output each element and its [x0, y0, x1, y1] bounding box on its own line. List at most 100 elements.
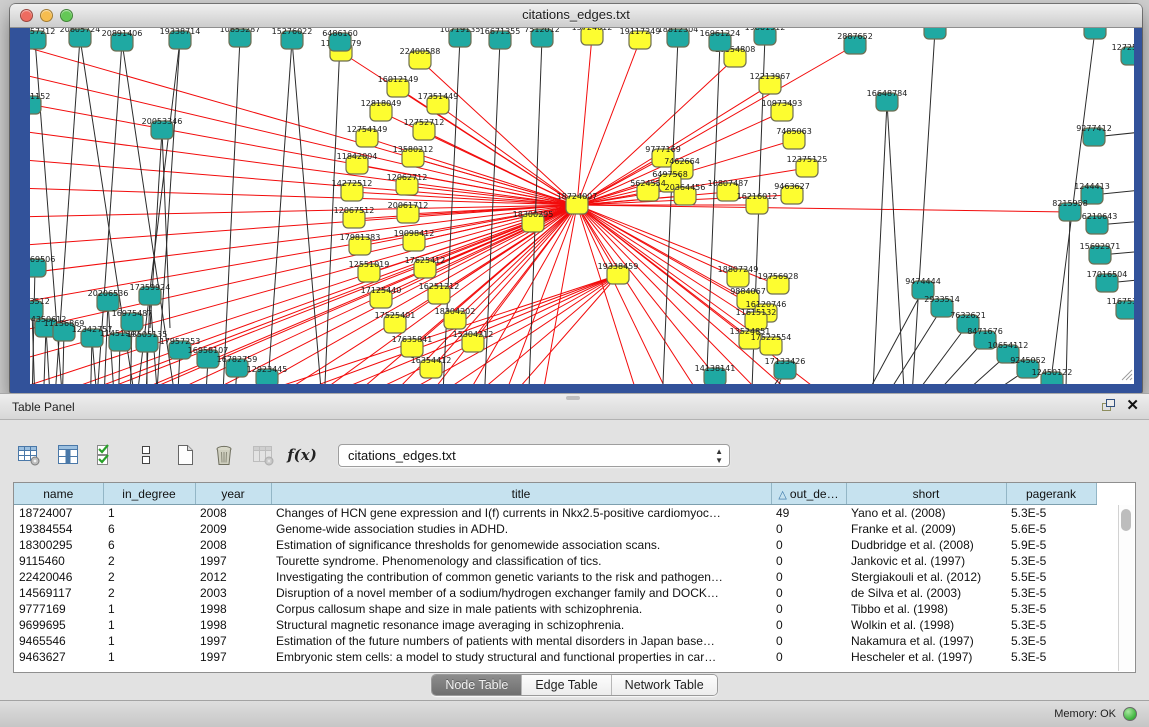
graph-node-label: 20061712	[388, 201, 429, 210]
graph-node[interactable]: 18807249	[718, 265, 759, 287]
graph-node[interactable]: 12067512	[334, 206, 375, 228]
function-builder-button[interactable]: f(x)	[289, 442, 315, 468]
graph-node[interactable]: 12375125	[787, 155, 828, 177]
graph-node[interactable]: 16210643	[1077, 212, 1118, 234]
graph-node[interactable]: 19861912	[745, 28, 786, 45]
graph-node[interactable]: 14138141	[695, 364, 736, 384]
graph-node[interactable]: 15724012	[572, 28, 613, 45]
resize-grip-icon[interactable]	[1122, 370, 1132, 380]
table-row[interactable]: 946362711997Embryonic stem cells: a mode…	[14, 649, 1096, 665]
table-cell: 5.3E-5	[1006, 633, 1096, 649]
column-header-name[interactable]: name	[14, 483, 103, 505]
column-header-title[interactable]: title	[271, 483, 771, 505]
show-column-button[interactable]	[55, 442, 81, 468]
tab-network-table[interactable]: Network Table	[612, 675, 717, 695]
graph-node[interactable]: 12754149	[347, 125, 388, 147]
graph-node[interactable]: 16251212	[419, 282, 460, 304]
graph-node[interactable]: 12923445	[247, 365, 288, 384]
graph-node[interactable]: 20557212	[30, 28, 55, 49]
graph-node[interactable]: 16648784	[867, 89, 908, 111]
table-cell: 2	[103, 585, 195, 601]
graph-node[interactable]: 19117249	[620, 28, 661, 49]
table-cell: de Silva et al. (2003)	[846, 585, 1006, 601]
graph-node[interactable]: 13580212	[393, 145, 434, 167]
graph-node-label: 16958107	[188, 346, 229, 355]
graph-node-label: 19756928	[758, 272, 799, 281]
graph-node[interactable]: 11675312	[1107, 297, 1134, 319]
graph-node[interactable]: 17016504	[1087, 270, 1128, 292]
graph-node[interactable]: 19098412	[394, 229, 435, 251]
graph-node[interactable]: 17981383	[340, 233, 381, 255]
graph-node-label: 12067512	[334, 206, 375, 215]
table-cell: Corpus callosum shape and size in male p…	[271, 601, 771, 617]
column-header-year[interactable]: year	[195, 483, 271, 505]
graph-node-label: 2933514	[924, 295, 960, 304]
tab-edge-table[interactable]: Edge Table	[522, 675, 611, 695]
close-panel-icon[interactable]: ✕	[1126, 398, 1139, 413]
table-row[interactable]: 946554611997Estimation of the future num…	[14, 633, 1096, 649]
table-row[interactable]: 1872400712008Changes of HCN gene express…	[14, 505, 1096, 522]
graph-node[interactable]: 16216012	[737, 192, 778, 214]
table-row[interactable]: 1830029562008Estimation of significance …	[14, 537, 1096, 553]
graph-node[interactable]: 15510012	[1075, 28, 1116, 39]
graph-edge	[577, 36, 592, 205]
graph-node[interactable]: 22531152	[30, 92, 50, 114]
tab-node-table[interactable]: Node Table	[432, 675, 522, 695]
new-table-button[interactable]	[172, 442, 198, 468]
graph-node[interactable]: 11842004	[337, 152, 378, 174]
float-panel-icon[interactable]	[1101, 399, 1116, 412]
table-row[interactable]: 911546021997Tourette syndrome. Phenomeno…	[14, 553, 1096, 569]
column-header-out-de-[interactable]: △ out_de…	[771, 483, 846, 505]
column-header-pagerank[interactable]: pagerank	[1006, 483, 1096, 505]
graph-node[interactable]: 12725404	[1112, 43, 1134, 65]
select-rows-button[interactable]	[94, 442, 120, 468]
graph-node[interactable]: 17359924	[130, 283, 171, 305]
graph-node[interactable]: 18812304	[658, 28, 699, 47]
dropdown-arrows-icon: ▲▼	[715, 447, 723, 465]
import-table-button[interactable]	[250, 442, 276, 468]
graph-node-label: 17133426	[765, 357, 806, 366]
column-header-short[interactable]: short	[846, 483, 1006, 505]
table-row[interactable]: 1938455462009Genome-wide association stu…	[14, 521, 1096, 537]
column-header-in-degree[interactable]: in_degree	[103, 483, 195, 505]
splitter-handle[interactable]	[566, 396, 580, 400]
graph-node[interactable]: 10719135	[440, 28, 481, 47]
graph-node[interactable]: 15276022	[272, 28, 313, 49]
graph-node[interactable]: 20891406	[102, 29, 143, 51]
graph-node[interactable]: 20605724	[60, 28, 101, 47]
graph-node-label: 3913512	[30, 297, 50, 306]
table-scrollbar[interactable]	[1118, 505, 1134, 671]
table-row[interactable]: 1456911722003Disruption of a novel membe…	[14, 585, 1096, 601]
graph-node[interactable]: 16671355	[480, 28, 521, 49]
table-row[interactable]: 2242004622012Investigating the contribut…	[14, 569, 1096, 585]
table-scrollbar-thumb[interactable]	[1121, 509, 1131, 531]
graph-node[interactable]: 9463627	[774, 182, 810, 204]
graph-node[interactable]: 17351449	[418, 92, 459, 114]
graph-node[interactable]: 10973493	[762, 99, 803, 121]
table-select-dropdown[interactable]: citations_edges.txt ▲▼	[338, 444, 730, 467]
graph-node[interactable]: 16012149	[378, 75, 419, 97]
graph-node[interactable]: 7485063	[776, 127, 812, 149]
window-titlebar[interactable]: citations_edges.txt	[10, 4, 1142, 28]
graph-node[interactable]: 8813054	[917, 28, 953, 39]
table-cell: 2	[103, 553, 195, 569]
graph-node[interactable]: 19338714	[160, 28, 201, 49]
graph-node[interactable]: 17125440	[361, 286, 402, 308]
row-height-button[interactable]	[133, 442, 159, 468]
table-row[interactable]: 969969511998Structural magnetic resonanc…	[14, 617, 1096, 633]
delete-table-button[interactable]	[211, 442, 237, 468]
graph-node[interactable]: 22400588	[400, 47, 441, 69]
graph-node[interactable]: 12752712	[404, 118, 445, 140]
graph-node[interactable]: 12818049	[361, 99, 402, 121]
network-canvas[interactable]: 1125547922400588160121491281804912754149…	[30, 28, 1134, 384]
graph-node[interactable]: 10653287	[220, 28, 261, 47]
graph-node[interactable]: 2887652	[837, 32, 873, 54]
graph-node[interactable]: 25269506	[30, 255, 55, 277]
graph-node[interactable]: 12213967	[750, 72, 791, 94]
graph-node[interactable]: 7512012	[524, 28, 560, 47]
graph-node[interactable]: 15692971	[1080, 242, 1121, 264]
table-settings-button[interactable]	[16, 442, 42, 468]
graph-node[interactable]: 20061712	[388, 201, 429, 223]
table-row[interactable]: 977716911998Corpus callosum shape and si…	[14, 601, 1096, 617]
graph-node[interactable]: 20053346	[142, 117, 183, 139]
